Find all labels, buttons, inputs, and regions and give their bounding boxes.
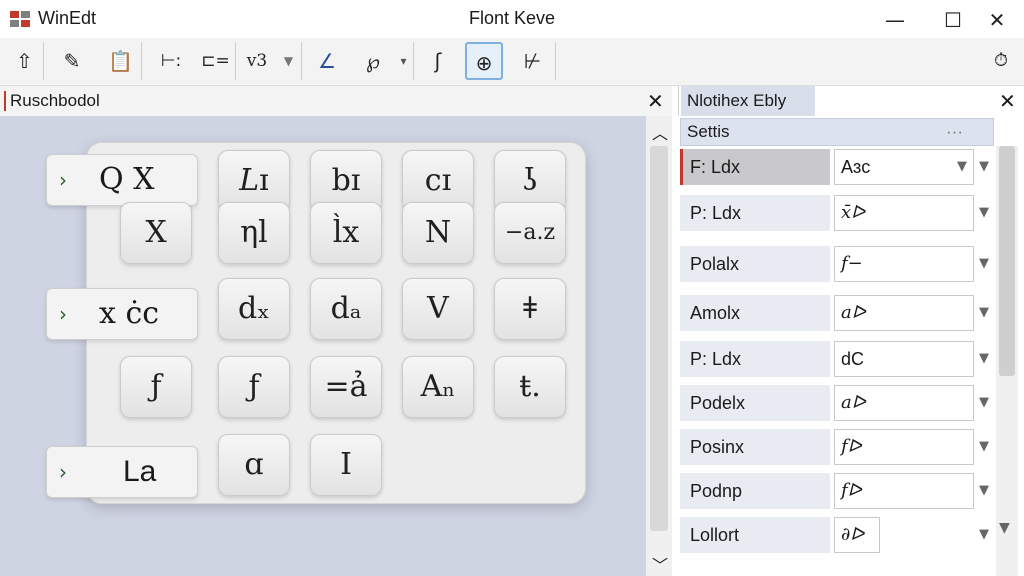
scroll-down-icon[interactable]: ﹀ [652, 552, 668, 576]
chevron-down-icon[interactable]: ▼ [276, 42, 302, 80]
property-row[interactable]: P: Ldx x̄ᐅ ▼ [680, 195, 994, 231]
title-bar: WinEdt Flont Keve — ☐ ✕ [0, 0, 1024, 38]
symbol-key[interactable]: ƒ [120, 356, 192, 418]
property-name: P: Ldx [680, 195, 830, 231]
left-scrollbar[interactable]: ︿ ﹀ [646, 116, 672, 576]
symbol-key[interactable]: V [402, 278, 474, 340]
property-value[interactable]: aᐅ [834, 385, 974, 421]
property-row[interactable]: Lollort ∂ᐅ ▼ [680, 517, 994, 553]
property-row[interactable]: Podnp fᐅ ▼ [680, 473, 994, 509]
property-value-text: Aɜc [841, 157, 871, 177]
up-arrow-icon[interactable]: ⇧ [6, 42, 44, 80]
left-panel-close-button[interactable]: ✕ [647, 89, 664, 113]
symbol-key[interactable]: X [120, 202, 192, 264]
chevron-down-icon[interactable]: ▼ [974, 385, 994, 421]
close-window-button[interactable]: ✕ [982, 6, 1012, 34]
right-scrollbar[interactable]: ▼ [996, 146, 1018, 576]
chevron-down-icon[interactable]: ▼ [974, 517, 994, 553]
property-row[interactable]: P: Ldx dC ▼ [680, 341, 994, 377]
script-icon[interactable]: ℘ [352, 42, 394, 80]
timer-icon[interactable]: ⏱ [984, 42, 1018, 80]
property-row[interactable]: Podelx aᐅ ▼ [680, 385, 994, 421]
indent-icon[interactable]: ⊢: [150, 42, 192, 80]
maximize-button[interactable]: ☐ [938, 6, 968, 34]
chevron-right-icon: › [59, 302, 67, 326]
chevron-right-icon: › [59, 168, 67, 192]
property-row[interactable]: Amolx aᐅ ▼ [680, 295, 994, 331]
property-name: Podelx [680, 385, 830, 421]
scroll-thumb[interactable] [999, 146, 1015, 376]
v3-button[interactable]: v3 [240, 42, 274, 80]
symbol-key[interactable]: l̀x [310, 202, 382, 264]
symbol-key[interactable]: ŧ. [494, 356, 566, 418]
window-title: Flont Keve [468, 8, 556, 28]
property-value[interactable]: dC [834, 341, 974, 377]
palette-row-header[interactable]: › La [46, 446, 198, 498]
chevron-down-icon[interactable]: ▼ [974, 246, 994, 282]
right-panel-close-button[interactable]: ✕ [999, 89, 1016, 113]
right-panel-tab[interactable]: Nlotihex Ebly [681, 86, 815, 116]
symbol-key[interactable]: dₐ [310, 278, 382, 340]
symbol-key[interactable]: dₓ [218, 278, 290, 340]
slash-icon[interactable]: ∠ [308, 42, 346, 80]
edit-icon[interactable]: ✎ [52, 42, 92, 80]
chevron-down-icon[interactable]: ▼ [974, 149, 994, 185]
property-value[interactable]: ∂ᐅ [834, 517, 880, 553]
property-row[interactable]: Polalx f− ▼ [680, 246, 994, 282]
row-label: La [123, 455, 157, 488]
globe-icon[interactable]: ⊕ [465, 42, 503, 80]
symbol-key[interactable]: I [310, 434, 382, 496]
symbol-key[interactable]: ǂ [494, 278, 566, 340]
symbol-key[interactable]: N [402, 202, 474, 264]
settings-section-title: Settis [687, 122, 730, 141]
left-panel-header: Ruschbodol ✕ [0, 86, 672, 116]
left-panel-title: Ruschbodol [4, 91, 100, 111]
property-name: Posinx [680, 429, 830, 465]
property-value[interactable]: x̄ᐅ [834, 195, 974, 231]
property-value[interactable]: aᐅ [834, 295, 974, 331]
chevron-down-icon[interactable]: ▼ [974, 295, 994, 331]
chevron-right-icon: › [59, 460, 67, 484]
property-name: Amolx [680, 295, 830, 331]
property-value[interactable]: Aɜc ▼ [834, 149, 974, 185]
symbol-key[interactable]: ƒ [218, 356, 290, 418]
row-label: x ċc [99, 296, 160, 331]
column-icon[interactable]: ⊏= [196, 42, 236, 80]
minimize-button[interactable]: — [880, 6, 910, 34]
chevron-down-icon[interactable]: ▼ [974, 473, 994, 509]
symbol-key[interactable]: =ả [310, 356, 382, 418]
clipboard-icon[interactable]: 📋 [100, 42, 142, 80]
chevron-down-icon[interactable]: ▼ [974, 341, 994, 377]
chevron-down-icon[interactable]: ▾ [394, 42, 414, 80]
settings-section-header[interactable]: Settis ··· [680, 118, 994, 146]
symbol-key[interactable]: ɑ [218, 434, 290, 496]
toolbar: ⇧ ✎ 📋 ⊢: ⊏= v3 ▼ ∠ ℘ ▾ ʃ ⊕ ⊬ ⏱ [0, 38, 1024, 86]
property-name: Lollort [680, 517, 830, 553]
scroll-up-icon[interactable]: ︿ [652, 120, 668, 144]
property-value[interactable]: f− [834, 246, 974, 282]
right-panel-header: Nlotihex Ebly ✕ [678, 86, 1024, 116]
palette-row-header[interactable]: › x ċc [46, 288, 198, 340]
tool-icon[interactable]: ⊬ [510, 42, 556, 80]
property-name: Podnp [680, 473, 830, 509]
palette-row-header[interactable]: › Q X [46, 154, 198, 206]
scroll-thumb[interactable] [650, 146, 668, 531]
more-options-icon[interactable]: ··· [946, 119, 963, 145]
symbol-key[interactable]: ηl [218, 202, 290, 264]
symbol-key[interactable]: Aₙ [402, 356, 474, 418]
property-value[interactable]: fᐅ [834, 429, 974, 465]
chevron-down-icon[interactable]: ▼ [974, 429, 994, 465]
property-row[interactable]: F: Ldx Aɜc ▼ ▼ [680, 149, 994, 185]
row-label: Q X [99, 162, 155, 197]
property-name: F: Ldx [680, 149, 830, 185]
symbol-key[interactable]: −a.z [494, 202, 566, 264]
integral-icon[interactable]: ʃ [420, 42, 456, 80]
property-row[interactable]: Posinx fᐅ ▼ [680, 429, 994, 465]
property-name: P: Ldx [680, 341, 830, 377]
chevron-down-icon[interactable]: ▼ [957, 150, 967, 184]
scroll-down-icon[interactable]: ▼ [999, 520, 1010, 536]
property-name: Polalx [680, 246, 830, 282]
chevron-down-icon[interactable]: ▼ [974, 195, 994, 231]
property-value[interactable]: fᐅ [834, 473, 974, 509]
